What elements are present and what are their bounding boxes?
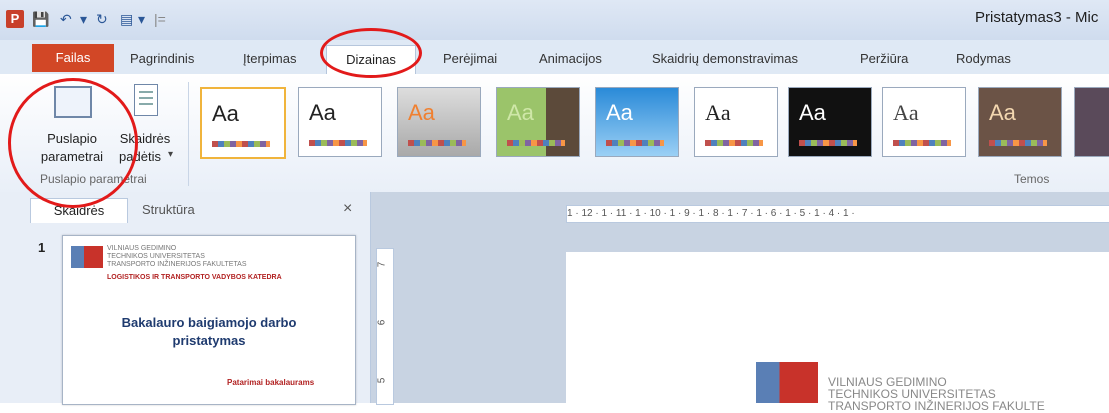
tab-home[interactable]: Pagrindinis: [130, 49, 194, 69]
tab-review[interactable]: Peržiūra: [860, 49, 908, 69]
theme-office[interactable]: Aa: [200, 87, 286, 159]
powerpoint-app-icon[interactable]: P: [6, 10, 24, 28]
thumb-uni-line-1: VILNIAUS GEDIMINO: [107, 245, 177, 252]
theme-color-bars: [606, 140, 664, 146]
theme-color-bars: [408, 140, 466, 146]
title-bar: [0, 0, 1109, 40]
thumb-title-line-1: Bakalauro baigiamojo darbo: [121, 315, 297, 330]
theme-preview-text: Aa: [799, 100, 826, 125]
theme-8[interactable]: Aa: [882, 87, 966, 157]
theme-color-bars: [507, 140, 565, 146]
theme-3[interactable]: Aa: [397, 87, 481, 157]
group-separator: [188, 82, 189, 186]
tab-file[interactable]: Failas: [32, 44, 114, 72]
slide-orientation-icon: [134, 84, 158, 116]
tab-insert[interactable]: Įterpimas: [243, 49, 296, 69]
quick-access-dropdown-icon[interactable]: ▾: [138, 10, 145, 28]
theme-preview-text: Aa: [893, 100, 919, 125]
thumb-title: Bakalauro baigiamojo darbo pristatymas: [63, 314, 355, 350]
slide-uni-line-3: TRANSPORTO INŽINERIJOS FAKULTE: [828, 399, 1045, 413]
theme-preview-text: Aa: [705, 100, 731, 125]
customize-toolbar-icon[interactable]: |=: [154, 10, 166, 28]
theme-color-bars: [799, 140, 857, 146]
theme-color-bars: [212, 141, 270, 147]
theme-4[interactable]: Aa: [496, 87, 580, 157]
theme-6[interactable]: Aa: [694, 87, 778, 157]
theme-5[interactable]: Aa: [595, 87, 679, 157]
theme-preview-text: Aa: [408, 100, 435, 125]
thumb-footer: Patarimai bakalaurams: [227, 378, 315, 387]
theme-2[interactable]: Aa: [298, 87, 382, 157]
tab-view[interactable]: Rodymas: [956, 49, 1011, 69]
tab-slide-show[interactable]: Skaidrių demonstravimas: [652, 49, 798, 69]
group-label-themes: Temos: [1014, 172, 1050, 186]
tab-outline[interactable]: Struktūra: [142, 198, 195, 222]
theme-preview-text: Aa: [606, 100, 633, 125]
theme-preview-text: Aa: [989, 100, 1016, 125]
undo-icon[interactable]: ↶: [60, 10, 72, 28]
undo-dropdown-icon[interactable]: ▾: [80, 10, 87, 28]
tab-transitions[interactable]: Perėjimai: [443, 49, 497, 69]
save-icon[interactable]: 💾: [32, 10, 49, 28]
theme-color-bars: [705, 140, 763, 146]
new-slide-icon[interactable]: ▤: [120, 10, 133, 28]
slide-university-logo: [756, 362, 818, 403]
window-title: Pristatymas3 - Mic: [975, 9, 1099, 26]
slide-canvas[interactable]: VILNIAUS GEDIMINO TECHNIKOS UNIVERSITETA…: [566, 252, 1109, 412]
theme-color-bars: [989, 140, 1047, 146]
theme-color-bars: [309, 140, 367, 146]
theme-preview-text: Aa: [212, 101, 239, 126]
theme-preview-text: Aa: [507, 100, 534, 125]
chevron-down-icon: ▾: [168, 149, 174, 160]
redo-icon[interactable]: ↻: [96, 10, 108, 28]
vertical-ruler-7: 7: [376, 261, 388, 268]
horizontal-ruler: 1 · 12 · 1 · 11 · 1 · 10 · 1 · 9 · 1 · 8…: [566, 205, 1109, 223]
thumb-uni-line-2: TECHNIKOS UNIVERSITETAS: [107, 253, 205, 260]
annotation-circle-design-tab: [320, 28, 422, 78]
thumb-university-name: VILNIAUS GEDIMINO TECHNIKOS UNIVERSITETA…: [107, 245, 247, 269]
theme-9[interactable]: Aa: [978, 87, 1062, 157]
thumb-uni-line-3: TRANSPORTO INŽINERIJOS FAKULTETAS: [107, 261, 247, 268]
vertical-ruler-6: 6: [376, 319, 388, 326]
university-logo: [71, 246, 103, 268]
tab-animations[interactable]: Animacijos: [539, 49, 602, 69]
annotation-circle-page-setup: [8, 78, 138, 208]
theme-10[interactable]: [1074, 87, 1109, 157]
theme-7[interactable]: Aa: [788, 87, 872, 157]
theme-color-bars: [893, 140, 951, 146]
slide-university-name: VILNIAUS GEDIMINO TECHNIKOS UNIVERSITETA…: [828, 376, 1045, 412]
vertical-ruler-5: 5: [376, 377, 388, 384]
horizontal-ruler-marks: 1 · 12 · 1 · 11 · 1 · 10 · 1 · 9 · 1 · 8…: [567, 208, 855, 219]
slide-number: 1: [38, 240, 46, 255]
thumb-department: LOGISTIKOS IR TRANSPORTO VADYBOS KATEDRA: [107, 274, 282, 281]
slide-thumbnail[interactable]: VILNIAUS GEDIMINO TECHNIKOS UNIVERSITETA…: [62, 235, 356, 405]
vertical-ruler: 7 6 5: [376, 248, 394, 405]
thumb-title-line-2: pristatymas: [172, 333, 246, 348]
theme-preview-text: Aa: [309, 100, 336, 125]
close-icon[interactable]: ×: [343, 200, 352, 218]
